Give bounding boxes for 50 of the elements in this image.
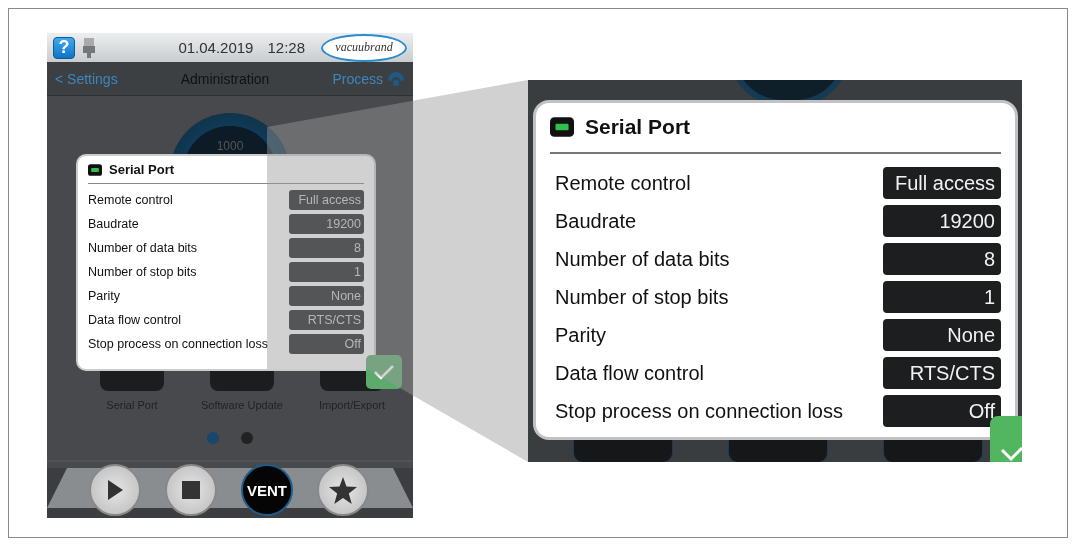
setting-value[interactable]: None xyxy=(883,319,1001,351)
confirm-button[interactable] xyxy=(990,416,1022,462)
setting-value[interactable]: 8 xyxy=(289,238,364,258)
setting-label: Baudrate xyxy=(555,209,637,233)
process-link[interactable]: Process xyxy=(332,70,405,87)
setting-value[interactable]: Off xyxy=(289,334,364,354)
brand-logo: vacuubrand xyxy=(321,33,407,62)
setting-label: Parity xyxy=(555,323,607,347)
check-icon xyxy=(1000,446,1022,462)
time-text: 12:28 xyxy=(267,39,305,56)
play-icon xyxy=(106,479,124,501)
setting-value[interactable]: 19200 xyxy=(289,214,364,234)
setting-label: Number of stop bits xyxy=(555,285,729,309)
setting-label: Baudrate xyxy=(88,217,139,231)
setting-value[interactable]: Full access xyxy=(883,167,1001,199)
dialog-title: Serial Port xyxy=(585,115,691,139)
setting-value[interactable]: None xyxy=(289,286,364,306)
setting-label: Parity xyxy=(88,289,120,303)
setting-value[interactable]: RTS/CTS xyxy=(289,310,364,330)
setting-label: Remote control xyxy=(555,171,691,195)
setting-label: Number of stop bits xyxy=(88,265,197,279)
check-icon xyxy=(373,364,395,380)
help-button[interactable]: ? xyxy=(53,36,75,59)
page-dot[interactable] xyxy=(207,432,219,444)
network-plug-icon xyxy=(83,37,95,58)
dialog-title: Serial Port xyxy=(109,162,175,177)
serial-port-icon xyxy=(88,163,102,176)
back-link[interactable]: < Settings xyxy=(55,70,118,87)
setting-label: Data flow control xyxy=(555,361,704,385)
setting-value[interactable]: 8 xyxy=(883,243,1001,275)
stop-icon xyxy=(182,481,200,499)
setting-label: Stop process on connection loss xyxy=(88,337,268,351)
setting-value[interactable]: RTS/CTS xyxy=(883,357,1001,389)
signal-icon xyxy=(387,71,405,86)
gauge-reading: 1000 xyxy=(216,139,244,153)
setting-value[interactable]: 19200 xyxy=(883,205,1001,237)
setting-value[interactable]: Full access xyxy=(289,190,364,210)
star-icon xyxy=(329,476,357,504)
setting-label: Number of data bits xyxy=(555,247,730,271)
serial-port-icon xyxy=(550,117,574,137)
setting-value[interactable]: Off xyxy=(883,395,1001,427)
page-dot[interactable] xyxy=(241,432,253,444)
setting-value[interactable]: 1 xyxy=(883,281,1001,313)
confirm-button[interactable] xyxy=(366,355,402,389)
setting-value[interactable]: 1 xyxy=(289,262,364,282)
setting-label: Remote control xyxy=(88,193,173,207)
date-text: 01.04.2019 xyxy=(178,39,254,56)
setting-label: Data flow control xyxy=(88,313,182,327)
setting-label: Stop process on connection loss xyxy=(555,399,843,423)
setting-label: Number of data bits xyxy=(88,241,198,255)
